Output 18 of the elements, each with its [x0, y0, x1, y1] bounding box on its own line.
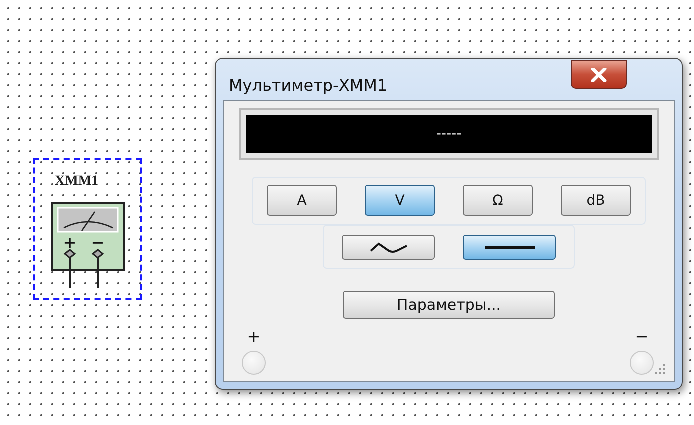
plus-terminal-label: + — [247, 329, 261, 345]
window-title: Мультиметр-XMM1 — [229, 76, 388, 95]
sine-wave-icon — [368, 242, 408, 254]
mode-button[interactable]: Ω — [463, 185, 533, 216]
minus-label: − — [91, 233, 105, 252]
plus-label: + — [63, 233, 77, 252]
signal-button[interactable] — [342, 235, 435, 260]
component-selection-frame[interactable]: XMM1 + − — [33, 158, 142, 300]
reading-display: ----- — [246, 115, 652, 153]
resize-grip-icon[interactable] — [654, 363, 666, 375]
parameters-button[interactable]: Параметры... — [343, 291, 555, 319]
signal-button[interactable] — [463, 235, 556, 260]
mode-button[interactable]: A — [267, 185, 337, 216]
close-button[interactable] — [571, 60, 627, 89]
mode-button[interactable]: dB — [561, 185, 631, 216]
close-icon — [591, 68, 607, 82]
minus-terminal-label: − — [635, 329, 649, 345]
mode-button[interactable]: V — [365, 185, 435, 216]
